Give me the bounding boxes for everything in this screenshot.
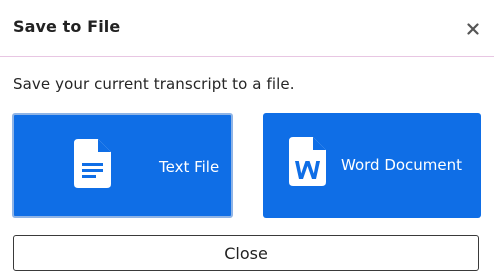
dialog-description: Save your current transcript to a file. xyxy=(13,75,295,93)
text-file-label: Text File xyxy=(159,158,220,176)
close-button[interactable]: Close xyxy=(13,235,479,271)
text-file-button[interactable]: Text File xyxy=(12,113,233,218)
dialog-header: Save to File xyxy=(0,0,494,57)
word-document-button[interactable]: Word Document xyxy=(263,113,481,218)
close-icon[interactable] xyxy=(462,18,484,40)
save-to-file-dialog: Save to File Save your current transcrip… xyxy=(0,0,494,280)
dialog-title: Save to File xyxy=(13,17,121,36)
word-document-icon xyxy=(289,137,326,190)
text-file-icon xyxy=(74,139,111,192)
word-document-label: Word Document xyxy=(341,156,463,174)
